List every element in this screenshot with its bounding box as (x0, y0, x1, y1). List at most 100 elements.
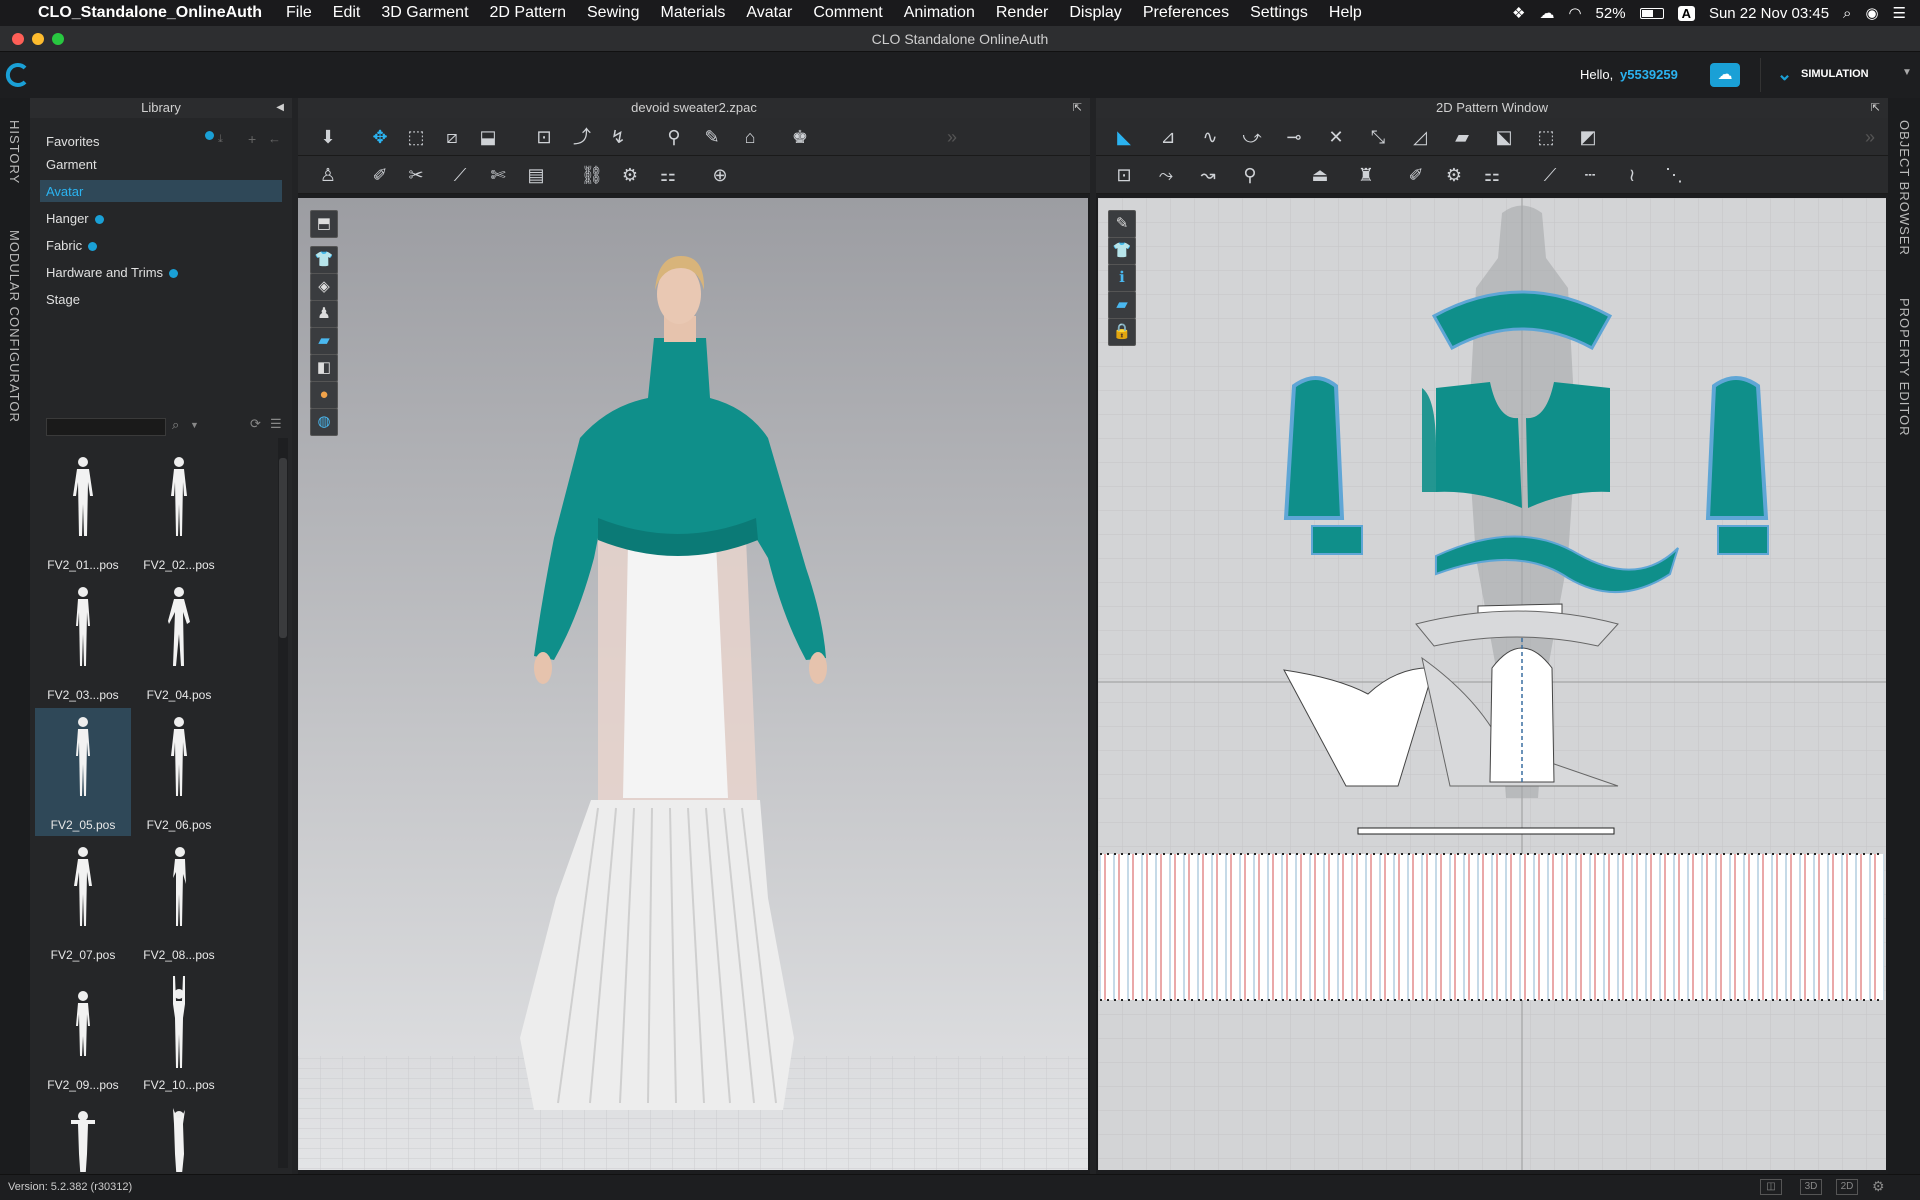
pattern-brush-icon[interactable]: ✎ (1108, 210, 1136, 238)
tack-on-avatar-icon[interactable]: ⚲ (1236, 161, 1264, 189)
baseline-icon[interactable]: ⟋ (1536, 161, 1564, 189)
menu-settings[interactable]: Settings (1250, 4, 1308, 22)
transform-pattern-icon[interactable]: ◣ (1110, 123, 1138, 151)
internal-polygon-icon[interactable]: ⬕ (1490, 123, 1518, 151)
wifi-icon[interactable]: ◠ (1568, 4, 1581, 22)
segment-sewing-icon[interactable]: ⤳ (1152, 161, 1180, 189)
zipper-icon[interactable]: ⛓ (578, 161, 606, 189)
curve-stitch-icon[interactable]: ≀ (1618, 161, 1646, 189)
fold-tool-icon[interactable]: ⤴ (568, 123, 596, 151)
menu-animation[interactable]: Animation (904, 4, 975, 22)
library-search-input[interactable] (46, 418, 166, 436)
avatar-thumbnail[interactable]: FV2_06.pos (131, 708, 227, 836)
trace-icon[interactable]: ✄ (484, 161, 512, 189)
texture-view-icon[interactable]: ▰ (310, 327, 338, 355)
fold-arrangement-icon[interactable]: ⬓ (474, 123, 502, 151)
library-item-hanger[interactable]: Hanger (46, 211, 104, 226)
free-sewing-icon[interactable]: ↝ (1194, 161, 1222, 189)
dropbox-icon[interactable]: ❖ (1512, 4, 1525, 22)
username-link[interactable]: y5539259 (1620, 67, 1678, 82)
battery-icon[interactable] (1639, 7, 1664, 19)
cloud-sync-button[interactable]: ☁ (1710, 63, 1740, 87)
seam-allowance-icon[interactable]: ⊡ (1110, 161, 1138, 189)
minimize-window-button[interactable] (32, 33, 44, 45)
tab-object-browser[interactable]: OBJECT BROWSER (1897, 120, 1912, 256)
filter-dropdown-icon[interactable]: ▼ (190, 420, 199, 430)
avatar-thumbnail[interactable]: FV2_09...pos (35, 968, 131, 1096)
dart-icon[interactable]: ◩ (1574, 123, 1602, 151)
zoom-window-button[interactable] (52, 33, 64, 45)
dropdown-arrow-icon[interactable]: ▼ (1902, 67, 1912, 78)
edit-pattern-icon[interactable]: ⊿ (1154, 123, 1182, 151)
more-tools-icon[interactable]: » (938, 123, 966, 151)
garment-fit-icon[interactable]: ⌂ (736, 123, 764, 151)
internal-rectangle-icon[interactable]: ⬚ (1532, 123, 1560, 151)
graphic-icon[interactable]: ▤ (522, 161, 550, 189)
avatar-thumbnail[interactable]: FV2_08...pos (131, 838, 227, 966)
more-tools-icon[interactable]: » (1856, 123, 1884, 151)
edit-curvature-icon[interactable]: ∿ (1196, 123, 1224, 151)
simulation-toggle[interactable]: ⌄ SIMULATION (1760, 58, 1892, 92)
library-item-garment[interactable]: Garment (46, 157, 97, 172)
menu-3d-garment[interactable]: 3D Garment (381, 4, 468, 22)
trim-icon[interactable]: ⊕ (706, 161, 734, 189)
menu-edit[interactable]: Edit (333, 4, 361, 22)
iron-icon[interactable]: ⏏ (1306, 161, 1334, 189)
import-arrow-icon[interactable]: ⬇ (314, 123, 342, 151)
avatar-thumbnail[interactable]: FV2_03...pos (35, 578, 131, 706)
graphic-pattern-icon[interactable]: ⚙ (1440, 161, 1468, 189)
library-item-hardware-trims[interactable]: Hardware and Trims (46, 265, 179, 280)
menu-help[interactable]: Help (1329, 4, 1362, 22)
flatten-icon[interactable]: ↯ (604, 123, 632, 151)
avatar-thumbnail[interactable] (131, 1098, 227, 1172)
pleat-icon[interactable]: ✂ (402, 161, 430, 189)
siri-icon[interactable]: ◉ (1865, 4, 1878, 22)
brush-icon[interactable]: ✐ (366, 161, 394, 189)
topstitch-line-icon[interactable]: ┄ (1576, 161, 1604, 189)
menu-sewing[interactable]: Sewing (587, 4, 639, 22)
add-icon[interactable]: + (248, 131, 256, 147)
library-item-favorites[interactable]: Favorites (46, 134, 99, 149)
menu-avatar[interactable]: Avatar (746, 4, 792, 22)
avatar-garment-icon[interactable]: ♚ (786, 123, 814, 151)
show-2d-garment-icon[interactable]: 👕 (1108, 237, 1136, 265)
tab-modular-configurator[interactable]: MODULAR CONFIGURATOR (7, 230, 22, 423)
avatar-thumbnail[interactable]: FV2_07.pos (35, 838, 131, 966)
refresh-icon[interactable]: ⟳ (250, 416, 261, 432)
style-line-icon[interactable]: ⟋ (446, 161, 474, 189)
library-item-fabric[interactable]: Fabric (46, 238, 98, 253)
lock-pattern-icon[interactable]: 🔒 (1108, 318, 1136, 346)
polygon-icon[interactable]: ◿ (1406, 123, 1434, 151)
collapse-arrow-icon[interactable]: ◀ (276, 98, 284, 118)
curve-point-icon[interactable]: ⤻ (1238, 123, 1266, 151)
back-icon[interactable]: ← (268, 131, 281, 146)
download-icon[interactable]: ⤓ (218, 133, 223, 146)
avatar-thumbnail[interactable]: FV2_02...pos (131, 448, 227, 576)
environment-globe-icon[interactable]: ◍ (310, 408, 338, 436)
show-avatar-icon[interactable]: ♟ (310, 300, 338, 328)
show-texture-2d-icon[interactable]: ▰ (1108, 291, 1136, 319)
pose-icon[interactable]: ♙ (314, 161, 342, 189)
spotlight-icon[interactable]: ⌕ (1843, 5, 1851, 22)
list-view-icon[interactable]: ☰ (270, 416, 282, 432)
avatar-skin-icon[interactable]: ● (310, 381, 338, 409)
library-item-avatar[interactable]: Avatar (40, 180, 282, 202)
app-menu[interactable]: CLO_Standalone_OnlineAuth (38, 4, 262, 22)
avatar-thumbnail[interactable]: FV2_04.pos (131, 578, 227, 706)
select-move-icon[interactable]: ✥ (366, 123, 394, 151)
menu-2d-pattern[interactable]: 2D Pattern (490, 4, 566, 22)
avatar-thumbnail[interactable]: FV2_10...pos (131, 968, 227, 1096)
stitch-pattern-icon[interactable]: ⋱ (1660, 161, 1688, 189)
tack-icon[interactable]: ⊡ (530, 123, 558, 151)
trim-pattern-icon[interactable]: ♜ (1352, 161, 1380, 189)
show-pattern-icon[interactable]: ◈ (310, 273, 338, 301)
avatar-thumbnail[interactable] (35, 1098, 131, 1172)
cut-point-icon[interactable]: ✕ (1322, 123, 1350, 151)
button-tool-icon[interactable]: ⚙ (616, 161, 644, 189)
slash-spread-icon[interactable]: ⤡ (1364, 123, 1392, 151)
measure-icon[interactable]: ✎ (698, 123, 726, 151)
clock[interactable]: Sun 22 Nov 03:45 (1709, 5, 1829, 22)
avatar-thumbnail-selected[interactable]: FV2_05.pos (35, 708, 131, 836)
split-view-button[interactable]: ◫ (1760, 1179, 1782, 1195)
creative-cloud-icon[interactable]: ☁ (1539, 4, 1554, 22)
